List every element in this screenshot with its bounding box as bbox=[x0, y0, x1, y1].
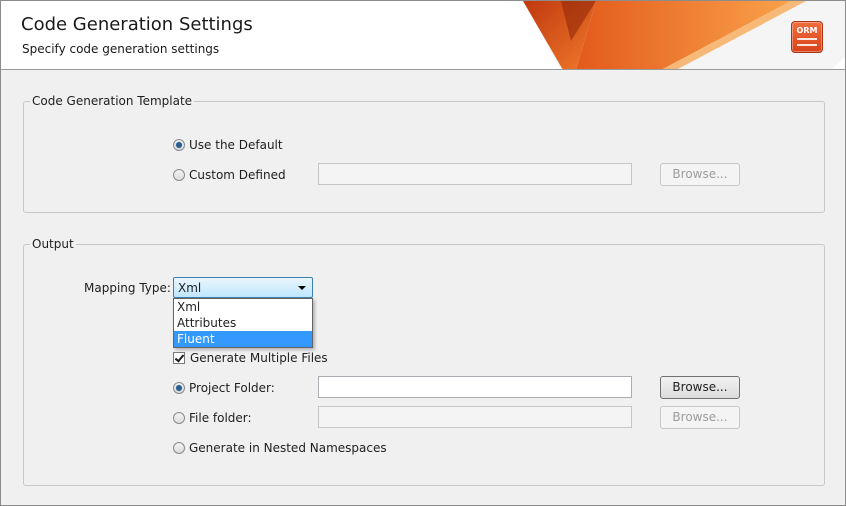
code-generation-template-group: Code Generation Template bbox=[23, 94, 825, 213]
nested-namespaces-radio-indicator[interactable] bbox=[173, 442, 185, 454]
wizard-header: Code Generation Settings Specify code ge… bbox=[1, 1, 845, 70]
generate-multiple-files-check-indicator[interactable] bbox=[173, 352, 185, 364]
mapping-type-label: Mapping Type: bbox=[84, 281, 171, 295]
file-folder-browse-button[interactable]: Browse... bbox=[660, 406, 740, 429]
page-title: Code Generation Settings bbox=[21, 14, 253, 35]
nested-namespaces-radio[interactable]: Generate in Nested Namespaces bbox=[173, 441, 387, 455]
mapping-type-option-attributes[interactable]: Attributes bbox=[174, 315, 312, 331]
custom-template-path-field[interactable] bbox=[318, 163, 632, 185]
orm-logo-text: ORM bbox=[796, 26, 818, 35]
file-folder-field[interactable] bbox=[318, 406, 632, 428]
mapping-type-dropdown-list: Xml Attributes Fluent bbox=[173, 298, 313, 348]
group-title-output: Output bbox=[30, 237, 76, 251]
project-folder-radio[interactable]: Project Folder: bbox=[173, 381, 275, 395]
project-folder-label: Project Folder: bbox=[189, 381, 275, 395]
mapping-type-selected-value: Xml bbox=[178, 281, 202, 295]
generate-multiple-files-checkbox[interactable]: Generate Multiple Files bbox=[173, 351, 328, 365]
template-browse-button[interactable]: Browse... bbox=[660, 163, 740, 186]
custom-defined-radio-indicator[interactable] bbox=[173, 169, 185, 181]
use-default-radio-indicator[interactable] bbox=[173, 139, 185, 151]
custom-defined-label: Custom Defined bbox=[189, 168, 286, 182]
file-folder-radio[interactable]: File folder: bbox=[173, 411, 252, 425]
code-generation-settings-window: Code Generation Settings Specify code ge… bbox=[0, 0, 846, 506]
mapping-type-option-fluent[interactable]: Fluent bbox=[174, 331, 312, 347]
project-folder-browse-button[interactable]: Browse... bbox=[660, 376, 740, 399]
mapping-type-option-xml[interactable]: Xml bbox=[174, 299, 312, 315]
mapping-type-combo[interactable]: Xml bbox=[173, 277, 313, 298]
project-folder-field[interactable] bbox=[318, 376, 632, 398]
nested-namespaces-label: Generate in Nested Namespaces bbox=[189, 441, 387, 455]
orm-logo-icon: ORM bbox=[791, 21, 823, 53]
custom-defined-radio[interactable]: Custom Defined bbox=[173, 168, 286, 182]
use-default-radio[interactable]: Use the Default bbox=[173, 138, 283, 152]
generate-multiple-files-label: Generate Multiple Files bbox=[190, 351, 328, 365]
file-folder-label: File folder: bbox=[189, 411, 252, 425]
project-folder-radio-indicator[interactable] bbox=[173, 382, 185, 394]
group-title-template: Code Generation Template bbox=[30, 94, 195, 108]
file-folder-radio-indicator[interactable] bbox=[173, 412, 185, 424]
chevron-down-icon[interactable] bbox=[298, 286, 306, 290]
page-subtitle: Specify code generation settings bbox=[22, 42, 220, 56]
use-default-label: Use the Default bbox=[189, 138, 283, 152]
